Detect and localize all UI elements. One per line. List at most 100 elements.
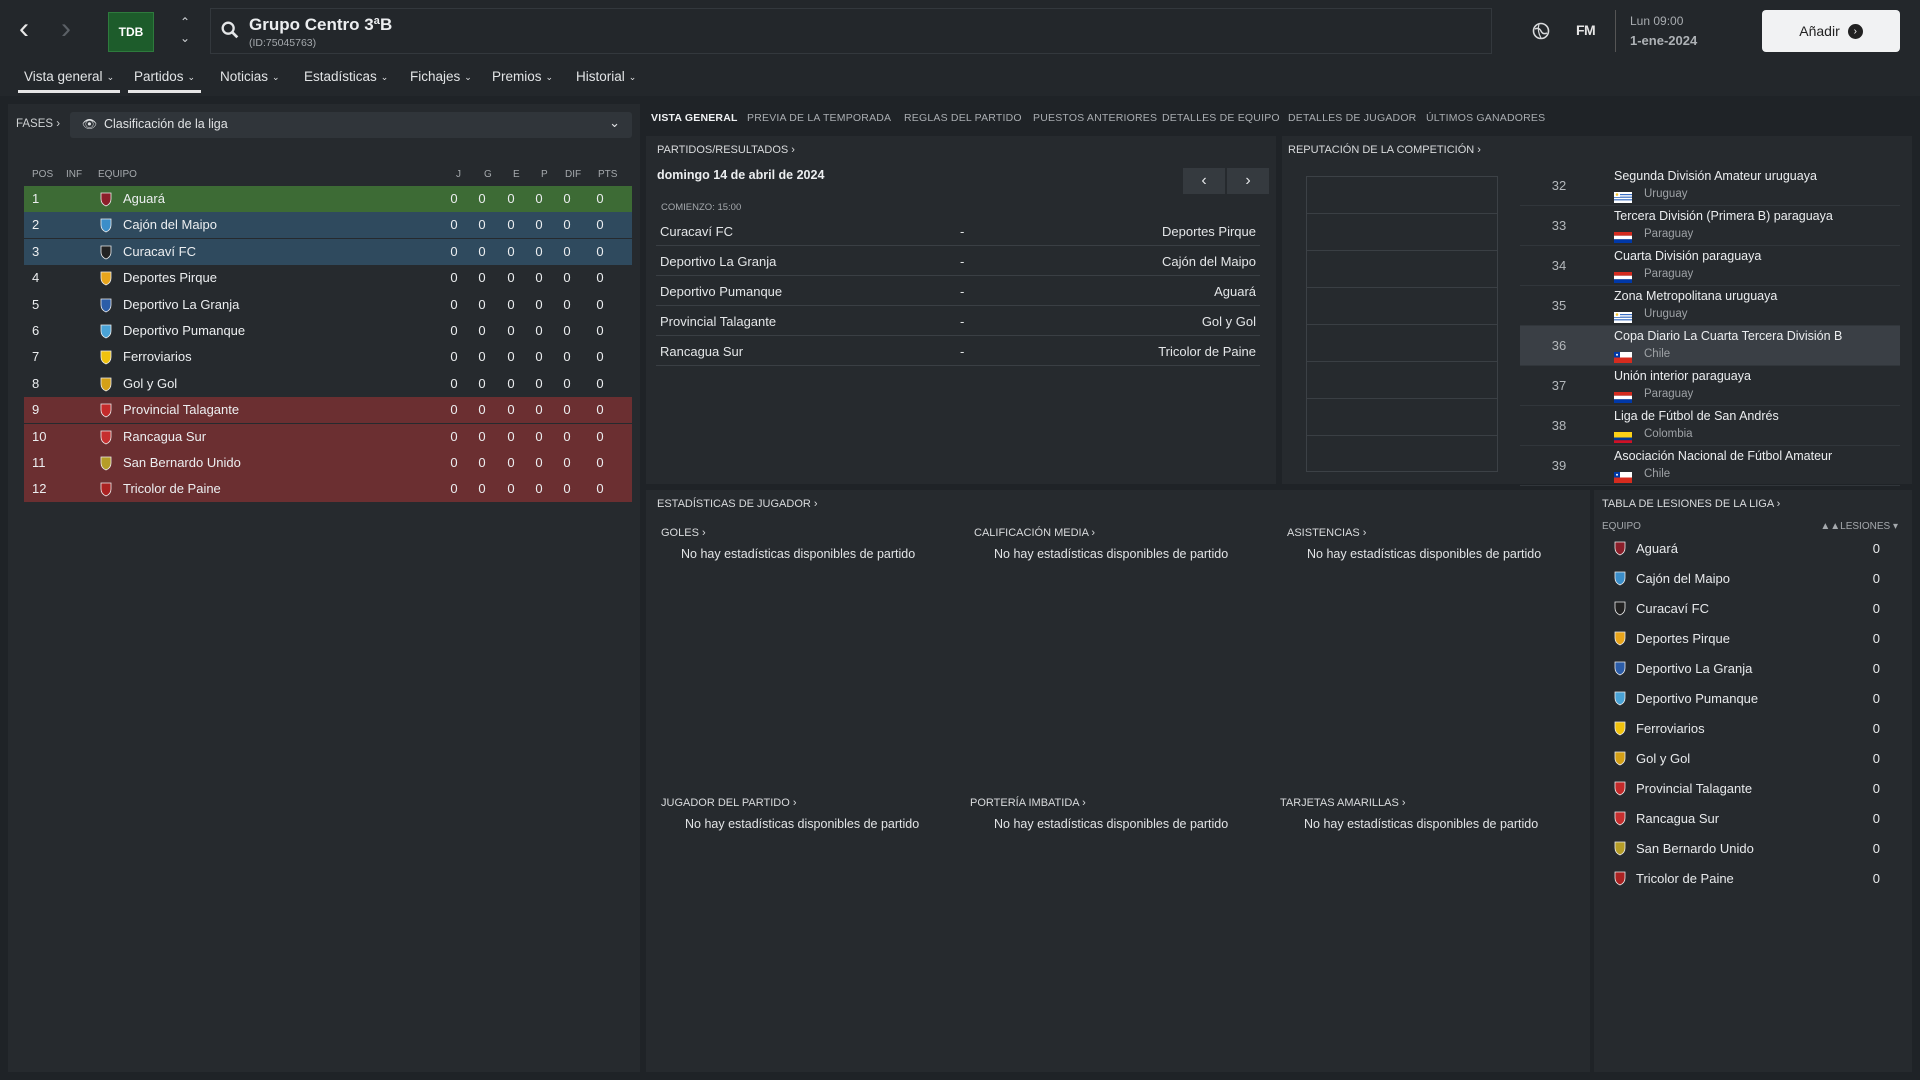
assists-link[interactable]: ASISTENCIAS › [1287, 527, 1366, 539]
reputation-row[interactable]: 36 Copa Diario La Cuarta Tercera División… [1520, 326, 1900, 366]
home-team[interactable]: Deportivo La Granja [660, 254, 776, 269]
injuries-title-link[interactable]: TABLA DE LESIONES DE LA LIGA › [1602, 498, 1780, 510]
updown-chevron-icon[interactable]: ⌃ ⌄ [176, 14, 194, 48]
col-inf[interactable]: INF [66, 169, 82, 180]
injury-row[interactable]: Gol y Gol 0 [1602, 744, 1902, 774]
country-name[interactable]: Colombia [1644, 428, 1693, 440]
menu-historial[interactable]: Historial ⌄ [570, 69, 642, 93]
team-name[interactable]: Tricolor de Paine [123, 481, 221, 496]
table-row[interactable]: 2 Cajón del Maipo 0 0 0 0 0 0 [24, 212, 632, 239]
away-team[interactable]: Tricolor de Paine [1158, 344, 1256, 359]
reputation-row[interactable]: 38 Liga de Fútbol de San Andrés Colombia [1520, 406, 1900, 446]
tab-detalles-jugador[interactable]: DETALLES DE JUGADOR [1288, 112, 1416, 124]
globe-icon[interactable] [1531, 21, 1551, 41]
injury-row[interactable]: Ferroviarios 0 [1602, 714, 1902, 744]
injury-row[interactable]: Curacaví FC 0 [1602, 594, 1902, 624]
prev-date-button[interactable]: ‹ [1183, 168, 1225, 194]
table-row[interactable]: 10 Rancagua Sur 0 0 0 0 0 0 [24, 423, 632, 450]
menu-premios[interactable]: Premios ⌄ [486, 69, 559, 93]
team-name[interactable]: Rancagua Sur [123, 429, 206, 444]
country-name[interactable]: Uruguay [1644, 188, 1687, 200]
table-row[interactable]: 9 Provincial Talagante 0 0 0 0 0 0 [24, 397, 632, 424]
country-name[interactable]: Paraguay [1644, 388, 1693, 400]
team-name[interactable]: Curacaví FC [123, 244, 196, 259]
team-name[interactable]: San Bernardo Unido [1636, 841, 1754, 856]
competition-name[interactable]: Asociación Nacional de Fútbol Amateur [1614, 449, 1832, 463]
team-name[interactable]: Aguará [123, 191, 165, 206]
away-team[interactable]: Deportes Pirque [1162, 224, 1256, 239]
team-name[interactable]: Deportes Pirque [1636, 631, 1730, 646]
competition-name[interactable]: Liga de Fútbol de San Andrés [1614, 409, 1779, 423]
reputation-row[interactable]: 32 Segunda División Amateur uruguaya Urugu… [1520, 166, 1900, 206]
country-name[interactable]: Paraguay [1644, 268, 1693, 280]
col-pts[interactable]: PTS [598, 169, 617, 180]
away-team[interactable]: Gol y Gol [1202, 314, 1256, 329]
col-j[interactable]: J [456, 169, 461, 180]
team-name[interactable]: Cajón del Maipo [123, 217, 217, 232]
reputation-row[interactable]: 34 Cuarta División paraguaya Paraguay [1520, 246, 1900, 286]
rating-link[interactable]: CALIFICACIÓN MEDIA › [974, 527, 1095, 539]
match-row[interactable]: Deportivo La Granja - Cajón del Maipo [656, 246, 1260, 276]
tab-puestos-anteriores[interactable]: PUESTOS ANTERIORES [1033, 112, 1157, 124]
competition-name[interactable]: Cuarta División paraguaya [1614, 249, 1761, 263]
team-name[interactable]: Tricolor de Paine [1636, 871, 1734, 886]
injury-row[interactable]: San Bernardo Unido 0 [1602, 834, 1902, 864]
country-name[interactable]: Paraguay [1644, 228, 1693, 240]
table-row[interactable]: 3 Curacaví FC 0 0 0 0 0 0 [24, 238, 632, 265]
table-row[interactable]: 5 Deportivo La Granja 0 0 0 0 0 0 [24, 292, 632, 318]
injury-row[interactable]: Deportes Pirque 0 [1602, 624, 1902, 654]
country-name[interactable]: Chile [1644, 348, 1670, 360]
team-name[interactable]: Rancagua Sur [1636, 811, 1719, 826]
home-team[interactable]: Rancagua Sur [660, 344, 743, 359]
reputation-title-link[interactable]: REPUTACIÓN DE LA COMPETICIÓN › [1288, 144, 1481, 156]
tab-previa-temporada[interactable]: PREVIA DE LA TEMPORADA [747, 112, 891, 124]
col-e[interactable]: E [513, 169, 520, 180]
team-name[interactable]: Aguará [1636, 541, 1678, 556]
add-button[interactable]: Añadir › [1762, 10, 1900, 52]
player-of-match-link[interactable]: JUGADOR DEL PARTIDO › [661, 797, 797, 809]
team-name[interactable]: Gol y Gol [1636, 751, 1690, 766]
tab-vista-general[interactable]: VISTA GENERAL [651, 112, 738, 124]
tab-detalles-equipo[interactable]: DETALLES DE EQUIPO [1162, 112, 1280, 124]
next-date-button[interactable]: › [1227, 168, 1269, 194]
menu-noticias[interactable]: Noticias ⌄ [214, 69, 286, 93]
injury-row[interactable]: Aguará 0 [1602, 534, 1902, 564]
team-name[interactable]: Curacaví FC [1636, 601, 1709, 616]
col-g[interactable]: G [484, 169, 492, 180]
injury-row[interactable]: Tricolor de Paine 0 [1602, 864, 1902, 894]
fases-link[interactable]: FASES › [16, 118, 60, 130]
team-name[interactable]: Ferroviarios [123, 349, 192, 364]
injuries-col-team[interactable]: EQUIPO [1602, 521, 1641, 532]
table-row[interactable]: 12 Tricolor de Paine 0 0 0 0 0 0 [24, 476, 632, 503]
table-row[interactable]: 11 San Bernardo Unido 0 0 0 0 0 0 [24, 450, 632, 476]
yellow-cards-link[interactable]: TARJETAS AMARILLAS › [1280, 797, 1406, 809]
team-name[interactable]: Deportes Pirque [123, 270, 217, 285]
away-team[interactable]: Aguará [1214, 284, 1256, 299]
competition-name[interactable]: Unión interior paraguaya [1614, 369, 1751, 383]
reputation-row[interactable]: 37 Unión interior paraguaya Paraguay [1520, 366, 1900, 406]
team-name[interactable]: Deportivo Pumanque [1636, 691, 1758, 706]
table-row[interactable]: 7 Ferroviarios 0 0 0 0 0 0 [24, 344, 632, 370]
col-dif[interactable]: DIF [565, 169, 581, 180]
injuries-col-lesiones[interactable]: ▲▲LESIONES ▾ [1820, 521, 1898, 532]
home-team[interactable]: Provincial Talagante [660, 314, 776, 329]
table-row[interactable]: 1 Aguará 0 0 0 0 0 0 [24, 186, 632, 212]
team-name[interactable]: Cajón del Maipo [1636, 571, 1730, 586]
date-display[interactable]: Lun 09:00 1-ene-2024 [1615, 10, 1750, 52]
table-row[interactable]: 4 Deportes Pirque 0 0 0 0 0 0 [24, 265, 632, 291]
menu-vista-general[interactable]: Vista general ⌄ [18, 69, 121, 93]
team-name[interactable]: San Bernardo Unido [123, 455, 241, 470]
player-stats-title-link[interactable]: ESTADÍSTICAS DE JUGADOR › [657, 498, 818, 510]
tab-reglas-partido[interactable]: REGLAS DEL PARTIDO [904, 112, 1022, 124]
team-name[interactable]: Gol y Gol [123, 376, 177, 391]
team-name[interactable]: Deportivo La Granja [123, 297, 239, 312]
search-bar[interactable]: Grupo Centro 3ªB (ID:75045763) [210, 8, 1492, 54]
competition-name[interactable]: Copa Diario La Cuarta Tercera División B [1614, 329, 1842, 343]
menu-fichajes[interactable]: Fichajes ⌄ [404, 69, 478, 93]
home-team[interactable]: Deportivo Pumanque [660, 284, 782, 299]
matches-title-link[interactable]: PARTIDOS/RESULTADOS › [657, 144, 795, 156]
clean-sheets-link[interactable]: PORTERÍA IMBATIDA › [970, 797, 1086, 809]
team-name[interactable]: Provincial Talagante [123, 402, 239, 417]
menu-partidos[interactable]: Partidos ⌄ [128, 69, 202, 93]
team-name[interactable]: Ferroviarios [1636, 721, 1705, 736]
